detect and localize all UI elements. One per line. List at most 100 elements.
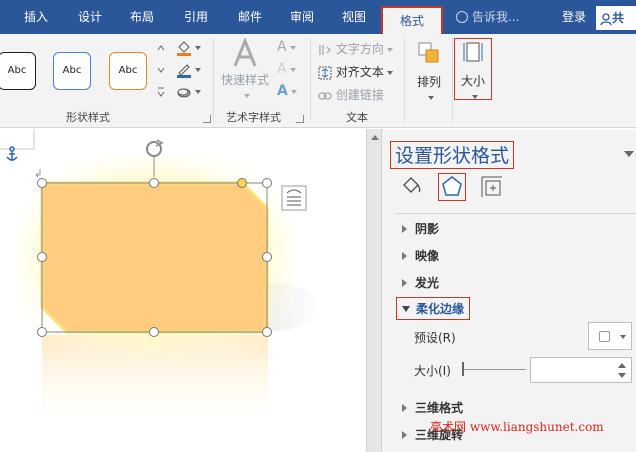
- align-text-button[interactable]: 对齐文本: [318, 63, 393, 80]
- chain-link-icon: [318, 91, 332, 100]
- share-button[interactable]: 共: [596, 6, 636, 30]
- fill-line-tab[interactable]: [398, 173, 426, 201]
- gallery-scroll-icon: [157, 45, 165, 97]
- expand-arrow-icon: [402, 279, 407, 287]
- tab-mailings[interactable]: 邮件: [226, 0, 274, 34]
- size-spinner[interactable]: [530, 357, 632, 383]
- page-margin-mark: [0, 129, 35, 150]
- text-effects-a-icon: A: [277, 83, 288, 99]
- text-fill-button[interactable]: A: [277, 39, 296, 55]
- watermark: 亮术网 www.liangshunet.com: [430, 420, 604, 434]
- text-effects-button[interactable]: A: [277, 83, 297, 99]
- size-label: 大小: [460, 74, 485, 88]
- spin-down-icon[interactable]: [618, 373, 626, 378]
- ribbon-tab-bar: 插入 设计 布局 引用 邮件 审阅 视图 格式 告诉我... 登录 共: [0, 0, 636, 34]
- paint-bucket-icon: [177, 41, 191, 56]
- quick-styles-label: 快速样式: [220, 73, 269, 87]
- share-label: 共: [612, 11, 625, 25]
- create-link-label: 创建链接: [335, 88, 384, 102]
- ribbon-separator: [310, 38, 311, 122]
- section-shadow-label: 阴影: [415, 222, 440, 236]
- arrange-icon: [418, 42, 439, 63]
- shape-outline-button[interactable]: [176, 62, 201, 78]
- preset-label: 预设(R): [414, 331, 456, 345]
- tab-view[interactable]: 视图: [330, 0, 378, 34]
- paint-bucket-icon: [403, 177, 421, 193]
- spin-up-icon[interactable]: [618, 363, 626, 368]
- layout-options-icon[interactable]: [281, 185, 307, 211]
- section-glow[interactable]: 发光: [402, 274, 439, 291]
- preset-swatch-icon: [599, 331, 610, 342]
- expand-arrow-icon: [402, 404, 407, 412]
- tell-me-text: 告诉我...: [472, 10, 520, 24]
- section-glow-label: 发光: [415, 276, 440, 290]
- person-icon: [600, 12, 612, 25]
- tab-review[interactable]: 审阅: [278, 0, 326, 34]
- chevron-down-icon: [620, 335, 626, 339]
- effects-tab[interactable]: [438, 173, 466, 201]
- arrange-label: 排列: [416, 75, 441, 89]
- ribbon: Abc Abc Abc 形状样式 快速样式 A A A 艺术字样式 文字方向 对…: [0, 34, 636, 128]
- text-fill-a-icon: A: [277, 39, 287, 55]
- pen-icon: [177, 64, 191, 78]
- expand-arrow-icon: [402, 252, 407, 260]
- text-direction-button[interactable]: 文字方向: [318, 40, 393, 57]
- expand-arrow-icon: [402, 431, 407, 439]
- adjust-handle[interactable]: [237, 178, 247, 188]
- login-button[interactable]: 登录: [562, 0, 586, 34]
- wordart-styles-launcher[interactable]: [296, 115, 304, 123]
- shape-styles-launcher[interactable]: [203, 115, 211, 123]
- tab-references[interactable]: 引用: [172, 0, 220, 34]
- tab-format[interactable]: 格式: [381, 6, 443, 34]
- shape-effects-icon: [177, 88, 191, 98]
- shape-styles-scroll[interactable]: [156, 40, 166, 104]
- size-slider-thumb[interactable]: [462, 362, 464, 376]
- section-reflection[interactable]: 映像: [402, 247, 439, 264]
- preset-dropdown[interactable]: [588, 322, 632, 350]
- shape-styles-group-label: 形状样式: [66, 111, 110, 124]
- align-text-label: 对齐文本: [335, 65, 384, 79]
- wordart-styles-group-label: 艺术字样式: [226, 111, 281, 124]
- document-canvas[interactable]: [0, 129, 366, 452]
- section-reflection-label: 映像: [415, 249, 440, 263]
- snip-corner-rectangle-shape[interactable]: [40, 181, 269, 334]
- text-outline-a-icon: A: [277, 61, 287, 77]
- tab-layout[interactable]: 布局: [118, 0, 166, 34]
- arrange-button[interactable]: 排列: [410, 40, 448, 104]
- text-direction-label: 文字方向: [335, 42, 384, 56]
- section-3d-format-label: 三维格式: [415, 401, 464, 415]
- size-slider[interactable]: [464, 369, 526, 370]
- document-drawing: [0, 129, 322, 429]
- section-soft-edges[interactable]: 柔化边缘: [396, 297, 471, 320]
- ribbon-separator: [404, 38, 405, 122]
- format-shape-pane: 设置形状格式 阴影 映像 发光 柔化边缘 预设(R) 大小(I) 三维格式 三维…: [382, 129, 636, 452]
- create-link-button[interactable]: 创建链接: [318, 86, 384, 103]
- size-button[interactable]: 大小: [454, 38, 492, 100]
- wordart-a-icon: [233, 36, 257, 67]
- pentagon-effects-icon: [442, 176, 462, 196]
- text-group-label: 文本: [346, 111, 368, 124]
- scroll-up-icon[interactable]: [371, 135, 379, 140]
- tab-design[interactable]: 设计: [66, 0, 114, 34]
- ribbon-separator: [213, 38, 214, 122]
- shape-style-preset-2[interactable]: Abc: [53, 52, 91, 90]
- section-3d-format[interactable]: 三维格式: [402, 399, 463, 416]
- shape-style-preset-1[interactable]: Abc: [0, 52, 36, 90]
- section-shadow[interactable]: 阴影: [402, 220, 439, 237]
- tell-me-box[interactable]: 告诉我...: [456, 0, 519, 34]
- tab-insert[interactable]: 插入: [12, 0, 60, 34]
- size-properties-icon: [481, 176, 502, 197]
- shape-style-preset-3[interactable]: Abc: [109, 52, 147, 90]
- document-scrollbar[interactable]: [366, 129, 382, 452]
- text-outline-button[interactable]: A: [277, 61, 296, 77]
- shape-effects-button[interactable]: [176, 84, 201, 100]
- size-properties-tab[interactable]: [478, 173, 506, 201]
- lightbulb-icon: [456, 11, 468, 23]
- pane-options-icon[interactable]: [624, 151, 634, 157]
- quick-styles-button[interactable]: 快速样式: [219, 36, 271, 102]
- shape-fill-button[interactable]: [176, 40, 201, 56]
- expand-arrow-icon: [402, 225, 407, 233]
- collapse-arrow-icon: [402, 306, 410, 312]
- section-soft-edges-label: 柔化边缘: [416, 302, 465, 316]
- size-icon: [463, 42, 483, 62]
